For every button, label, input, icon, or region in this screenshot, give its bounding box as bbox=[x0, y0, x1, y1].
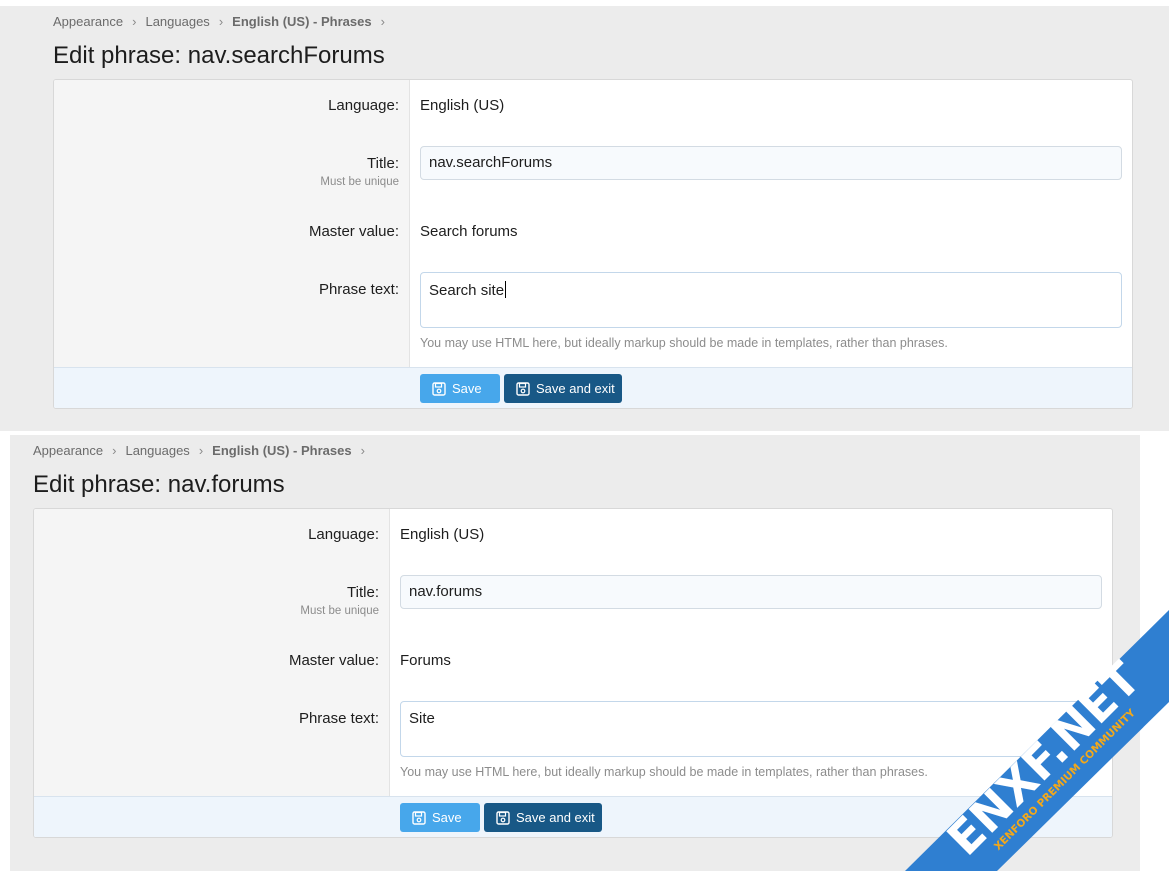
screenshot-panel-2: Appearance › Languages › English (US) - Phra… bbox=[10, 435, 1140, 871]
page-title: Edit phrase: nav.forums bbox=[33, 471, 285, 498]
save-and-exit-button-label: Save and exit bbox=[536, 381, 615, 396]
save-button-label: Save bbox=[432, 810, 462, 825]
save-button[interactable]: Save bbox=[420, 374, 500, 403]
phrase-text-input[interactable]: Site bbox=[400, 701, 1102, 757]
save-icon bbox=[412, 811, 426, 825]
language-value: English (US) bbox=[420, 97, 505, 114]
master-value: Search forums bbox=[420, 223, 518, 240]
phrase-edit-form: Language: English (US) Title: Must be un… bbox=[33, 508, 1113, 838]
chevron-right-icon: › bbox=[360, 443, 365, 458]
chevron-right-icon: › bbox=[380, 14, 385, 29]
phrase-text-explain: You may use HTML here, but ideally marku… bbox=[400, 765, 928, 779]
breadcrumb-item-appearance[interactable]: Appearance bbox=[53, 14, 123, 29]
phrase-text-explain: You may use HTML here, but ideally marku… bbox=[420, 336, 948, 350]
title-input[interactable]: nav.searchForums bbox=[420, 146, 1122, 180]
phrase-text-label: Phrase text: bbox=[298, 710, 379, 727]
language-value: English (US) bbox=[400, 526, 485, 543]
save-icon bbox=[516, 382, 530, 396]
save-icon bbox=[432, 382, 446, 396]
master-value: Forums bbox=[400, 652, 451, 669]
breadcrumb-item-languages[interactable]: Languages bbox=[125, 443, 189, 458]
title-hint: Must be unique bbox=[300, 605, 379, 617]
save-and-exit-button[interactable]: Save and exit bbox=[504, 374, 622, 403]
breadcrumb-item-languages[interactable]: Languages bbox=[145, 14, 209, 29]
title-hint: Must be unique bbox=[320, 176, 399, 188]
save-icon bbox=[496, 811, 510, 825]
save-and-exit-button[interactable]: Save and exit bbox=[484, 803, 602, 832]
save-button-label: Save bbox=[452, 381, 482, 396]
screenshot-panel-1: Appearance › Languages › English (US) - Phra… bbox=[0, 6, 1169, 431]
page-title: Edit phrase: nav.searchForums bbox=[53, 42, 385, 69]
chevron-right-icon: › bbox=[218, 14, 224, 29]
language-label: Language: bbox=[328, 97, 399, 114]
breadcrumb-item-phrases[interactable]: English (US) - Phrases bbox=[212, 443, 351, 458]
breadcrumb-item-appearance[interactable]: Appearance bbox=[33, 443, 103, 458]
title-label: Title: bbox=[347, 584, 379, 601]
save-and-exit-button-label: Save and exit bbox=[516, 810, 595, 825]
breadcrumb-item-phrases[interactable]: English (US) - Phrases bbox=[232, 14, 371, 29]
chevron-right-icon: › bbox=[112, 443, 117, 458]
master-value-label: Master value: bbox=[308, 223, 399, 240]
form-submit-row: Save Save and exit bbox=[54, 367, 1132, 408]
chevron-right-icon: › bbox=[132, 14, 137, 29]
language-label: Language: bbox=[308, 526, 379, 543]
phrase-text-value: Search site bbox=[429, 282, 505, 299]
title-input[interactable]: nav.forums bbox=[400, 575, 1102, 609]
breadcrumb: Appearance › Languages › English (US) - Phra… bbox=[53, 14, 394, 29]
master-value-label: Master value: bbox=[288, 652, 379, 669]
phrase-text-label: Phrase text: bbox=[318, 281, 399, 298]
breadcrumb: Appearance › Languages › English (US) - Phra… bbox=[33, 443, 374, 458]
save-button[interactable]: Save bbox=[400, 803, 480, 832]
phrase-edit-form: Language: English (US) Title: Must be un… bbox=[53, 79, 1133, 409]
title-label: Title: bbox=[367, 155, 399, 172]
form-submit-row: Save Save and exit bbox=[34, 796, 1112, 837]
phrase-text-value: Site bbox=[409, 710, 435, 727]
phrase-text-input[interactable]: Search site bbox=[420, 272, 1122, 328]
text-caret bbox=[505, 281, 507, 298]
chevron-right-icon: › bbox=[198, 443, 204, 458]
